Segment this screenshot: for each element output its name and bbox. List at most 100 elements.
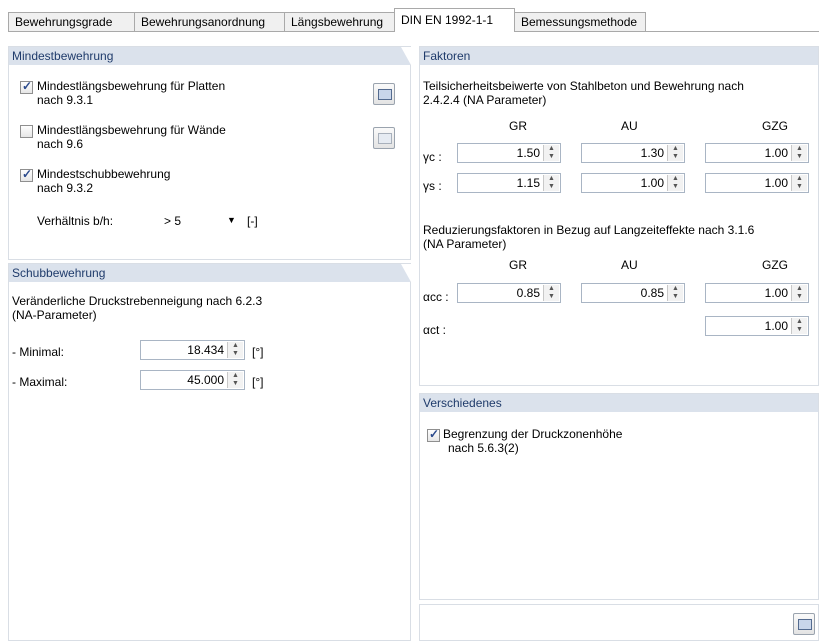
panel-bottom-right [419,604,819,641]
reduzierung-desc-2: (NA Parameter) [423,237,507,251]
ratio-unit: [-] [247,214,258,228]
label-min-laengs-waende-ref: nach 9.6 [37,137,84,151]
panel-header: Faktoren [420,47,818,65]
col-header-gzg: GZG [762,119,788,133]
spin-down-icon[interactable]: ▼ [792,326,807,334]
label-min-laengs-waende: Mindestlängsbewehrung für Wände [37,123,226,137]
gamma-s-au-spinner[interactable]: 1.00 ▲ ▼ [581,173,685,193]
checkbox-min-schub[interactable]: ✓ [20,167,33,182]
col-header-gr: GR [509,119,527,133]
faktoren-desc-1: Teilsicherheitsbeiwerte von Stahlbeton u… [423,79,744,93]
chevron-down-icon: ▼ [227,215,236,225]
schub-desc-1: Veränderliche Druckstrebenneigung nach 6… [12,294,263,308]
gamma-s-au-value: 1.00 [640,176,664,190]
check-mark-icon: ✓ [22,167,33,181]
label-druckzonenhoehe: Begrenzung der Druckzonenhöhe [443,427,623,441]
label-gamma-s: γs : [423,179,442,193]
label-druckzonenhoehe-ref: nach 5.6.3(2) [448,441,519,455]
label-gamma-c: γc : [423,150,442,164]
panel-verschiedenes: Verschiedenes ✓ Begrenzung der Druckzone… [419,393,819,600]
gamma-s-gr-value: 1.15 [516,176,540,190]
panel-mindestbewehrung: Mindestbewehrung ✓ Mindestlängsbewehrung… [8,46,411,260]
col-header-gzg-2: GZG [762,258,788,272]
gamma-c-gr-value: 1.50 [516,146,540,160]
minimal-spinner[interactable]: 18.434 ▲ ▼ [140,340,245,360]
gamma-c-gzg-value: 1.00 [764,146,788,160]
label-ratio: Verhältnis b/h: [37,214,114,228]
label-alpha-ct: αct : [423,323,446,337]
panel-header: Mindestbewehrung [9,47,411,65]
tab-bemessungsmethode[interactable]: Bemessungsmethode [514,12,646,31]
gamma-s-gzg-value: 1.00 [764,176,788,190]
label-min-schub-ref: nach 9.3.2 [37,181,94,195]
gamma-c-gr-spinner[interactable]: 1.50 ▲ ▼ [457,143,561,163]
details-waende-button[interactable] [373,127,395,149]
label-min-laengs-platten-ref: nach 9.3.1 [37,93,94,107]
spin-down-icon[interactable]: ▼ [544,183,559,191]
tab-laengsbewehrung[interactable]: Längsbewehrung [284,12,395,31]
label-maximal: - Maximal: [12,375,68,389]
spin-down-icon[interactable]: ▼ [792,183,807,191]
export-icon [798,619,812,630]
col-header-au: AU [621,119,638,133]
maximal-spinner[interactable]: 45.000 ▲ ▼ [140,370,245,390]
spin-down-icon[interactable]: ▼ [668,153,683,161]
spin-down-icon[interactable]: ▼ [228,350,243,358]
gamma-s-gr-spinner[interactable]: 1.15 ▲ ▼ [457,173,561,193]
ratio-select[interactable]: > 5 ▼ [160,210,240,230]
tab-bewehrungsgrade[interactable]: Bewehrungsgrade [8,12,135,31]
alpha-ct-value: 1.00 [764,319,788,333]
col-header-au-2: AU [621,258,638,272]
checkbox-druckzonenhoehe[interactable]: ✓ [427,427,440,442]
checkbox-min-laengs-platten[interactable]: ✓ [20,79,33,94]
spin-down-icon[interactable]: ▼ [792,293,807,301]
maximal-value: 45.000 [187,373,224,387]
alpha-cc-gzg-value: 1.00 [764,286,788,300]
label-alpha-cc: αcc : [423,290,449,304]
schub-desc-2: (NA-Parameter) [12,308,97,322]
tab-din-en-1992[interactable]: DIN EN 1992-1-1 [394,8,515,32]
details-platten-button[interactable] [373,83,395,105]
export-button[interactable] [793,613,815,635]
alpha-ct-spinner[interactable]: 1.00 ▲ ▼ [705,316,809,336]
panel-header: Schubbewehrung [9,264,411,282]
minimal-unit: [°] [252,345,264,359]
gamma-s-gzg-spinner[interactable]: 1.00 ▲ ▼ [705,173,809,193]
checkbox-min-laengs-waende[interactable] [20,125,33,138]
label-min-laengs-platten: Mindestlängsbewehrung für Platten [37,79,226,93]
reduzierung-desc-1: Reduzierungsfaktoren in Bezug auf Langze… [423,223,755,237]
edit-dialog-icon [378,89,392,100]
alpha-cc-au-spinner[interactable]: 0.85 ▲ ▼ [581,283,685,303]
alpha-cc-gr-value: 0.85 [516,286,540,300]
gamma-c-au-spinner[interactable]: 1.30 ▲ ▼ [581,143,685,163]
panel-header: Verschiedenes [420,394,818,412]
panel-title: Verschiedenes [423,396,502,410]
maximal-unit: [°] [252,375,264,389]
tab-bewehrungsanordnung[interactable]: Bewehrungsanordnung [134,12,285,31]
minimal-value: 18.434 [187,343,224,357]
spin-down-icon[interactable]: ▼ [544,293,559,301]
panel-schubbewehrung: Schubbewehrung Veränderliche Druckstrebe… [8,263,411,641]
check-mark-icon: ✓ [429,427,440,441]
label-minimal: - Minimal: [12,345,65,359]
alpha-cc-gzg-spinner[interactable]: 1.00 ▲ ▼ [705,283,809,303]
panel-title: Schubbewehrung [12,266,106,280]
panel-title: Faktoren [423,49,471,63]
panel-faktoren: Faktoren Teilsicherheitsbeiwerte von Sta… [419,46,819,386]
gamma-c-gzg-spinner[interactable]: 1.00 ▲ ▼ [705,143,809,163]
label-min-schub: Mindestschubbewehrung [37,167,171,181]
ratio-select-value: > 5 [164,214,182,228]
panel-title: Mindestbewehrung [12,49,114,63]
spin-down-icon[interactable]: ▼ [228,380,243,388]
faktoren-desc-2: 2.4.2.4 (NA Parameter) [423,93,547,107]
spin-down-icon[interactable]: ▼ [668,183,683,191]
spin-down-icon[interactable]: ▼ [668,293,683,301]
alpha-cc-gr-spinner[interactable]: 0.85 ▲ ▼ [457,283,561,303]
edit-dialog-icon [378,133,392,144]
alpha-cc-au-value: 0.85 [640,286,664,300]
col-header-gr-2: GR [509,258,527,272]
spin-down-icon[interactable]: ▼ [792,153,807,161]
check-mark-icon: ✓ [22,79,33,93]
gamma-c-au-value: 1.30 [640,146,664,160]
spin-down-icon[interactable]: ▼ [544,153,559,161]
